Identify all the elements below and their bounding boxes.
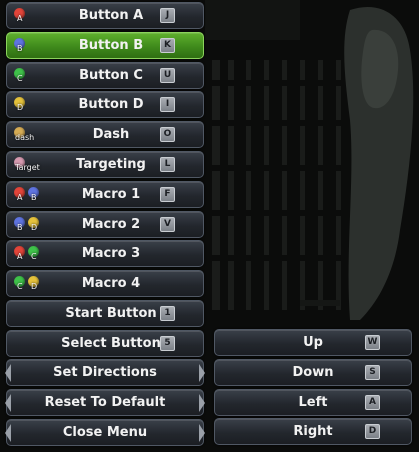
macro-1-button[interactable]: Macro 1FAB [6, 180, 204, 208]
macro-3-button[interactable]: Macro 3 AC [6, 240, 204, 268]
left-button[interactable]: Left A [214, 388, 412, 416]
set-directions-button[interactable]: Set Directions [5, 359, 205, 386]
arrow-left-icon [5, 393, 11, 412]
keybind-badge: F [160, 186, 175, 202]
close-menu-label: Close Menu [62, 424, 148, 440]
input-icons: A [14, 8, 56, 26]
orb-caption: Target [15, 163, 40, 172]
orb-caption: A [17, 192, 23, 202]
button-d-button[interactable]: Button DID [6, 91, 204, 119]
orb-caption: C [17, 282, 23, 292]
keybind-badge: A [365, 394, 380, 410]
button-b-button[interactable]: Button BKB [6, 31, 204, 59]
targeting-button[interactable]: Targeting L Target [6, 151, 204, 178]
button-a-button[interactable]: Button AJA [6, 2, 204, 29]
reset-to-default-label: Reset To Default [44, 394, 166, 410]
keybind-badge: W [365, 335, 380, 350]
macro-3-label: Macro 3 [81, 246, 141, 262]
arrow-right-icon [199, 364, 205, 382]
input-icons: BD [14, 216, 56, 235]
arrow-right-icon [199, 393, 205, 412]
keybind-badge: I [160, 97, 175, 113]
up-button[interactable]: Up W [214, 329, 412, 356]
keybind-badge: 1 [160, 306, 175, 321]
keybind-badge: V [160, 216, 175, 232]
button-c-button[interactable]: Button CUC [6, 61, 204, 89]
keybind-badge: S [365, 364, 380, 380]
keybind-badge: U [160, 67, 175, 83]
down-label: Down [292, 364, 334, 380]
orb-caption: B [31, 192, 37, 202]
right-label: Right [293, 424, 333, 440]
input-icons: dash [14, 127, 56, 145]
right-button[interactable]: Right D [214, 418, 412, 446]
arrow-left-icon [5, 364, 11, 382]
input-icons: D [14, 97, 56, 115]
orb-caption: A [17, 14, 23, 23]
input-icons: CD [14, 276, 56, 294]
start-button-button[interactable]: Start Button 1 [6, 300, 204, 327]
orb-caption: C [31, 252, 37, 262]
arrow-right-icon [199, 423, 205, 442]
orb-caption: C [17, 73, 23, 83]
keybind-badge: D [365, 424, 380, 440]
set-directions-label: Set Directions [53, 365, 157, 380]
input-icons: B [14, 37, 56, 56]
reset-to-default-button[interactable]: Reset To Default [5, 388, 205, 416]
dash-button[interactable]: Dash Odash [6, 121, 204, 149]
macro-4-label: Macro 4 [81, 276, 141, 292]
keybind-badge: 5 [160, 335, 175, 351]
left-label: Left [298, 394, 328, 410]
arrow-left-icon [5, 423, 11, 442]
input-icons: C [14, 67, 56, 86]
macro-4-button[interactable]: Macro 4 CD [6, 270, 204, 298]
keybind-badge: L [160, 157, 175, 172]
input-icons: AC [14, 246, 56, 264]
orb-caption: D [17, 103, 24, 113]
select-button-button[interactable]: Select Button 5 [6, 329, 204, 357]
up-label: Up [303, 335, 323, 350]
orb-caption: A [17, 252, 23, 262]
keybind-badge: K [160, 37, 175, 53]
keybind-badge: J [160, 8, 175, 23]
keybind-badge: O [160, 127, 175, 143]
input-icons: AB [14, 186, 56, 205]
orb-caption: dash [15, 133, 35, 143]
down-button[interactable]: Down S [214, 358, 412, 386]
orb-caption: B [17, 43, 23, 53]
orb-caption: D [31, 222, 38, 232]
orb-caption: B [17, 222, 23, 232]
input-icons: Target [14, 157, 56, 175]
close-menu-button[interactable]: Close Menu [5, 418, 205, 446]
orb-caption: D [31, 282, 38, 292]
macro-2-button[interactable]: Macro 2VBD [6, 210, 204, 238]
